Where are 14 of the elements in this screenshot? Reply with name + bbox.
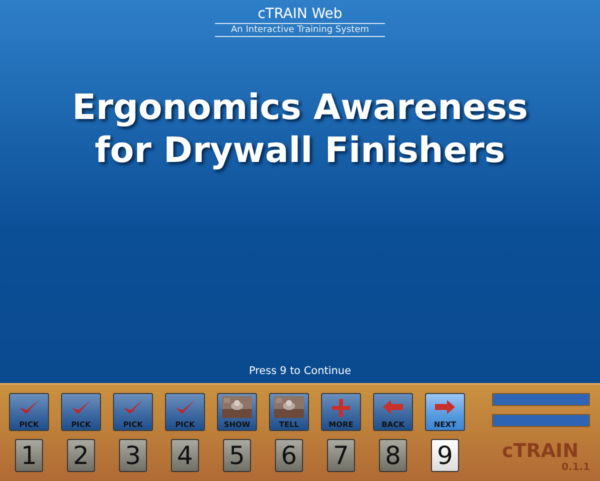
continue-prompt: Press 9 to Continue — [248, 364, 352, 380]
number-key[interactable]: 4 — [171, 439, 199, 472]
app-subtitle: An Interactive Training System — [215, 23, 385, 37]
app-title: cTRAIN Web — [258, 5, 342, 23]
number-key[interactable]: 7 — [327, 439, 355, 472]
brand-logo: cTRAIN — [502, 440, 579, 462]
number-key[interactable]: 3 — [119, 439, 147, 472]
number-key[interactable]: 6 — [275, 439, 303, 472]
number-key[interactable]: 2 — [67, 439, 95, 472]
number-key[interactable]: 1 — [15, 439, 43, 472]
number-key[interactable]: 5 — [223, 439, 251, 472]
number-key[interactable]: 8 — [379, 439, 407, 472]
number-key[interactable]: 9 — [431, 439, 459, 472]
slide-title: Ergonomics Awareness for Drywall Finishers — [72, 87, 528, 173]
